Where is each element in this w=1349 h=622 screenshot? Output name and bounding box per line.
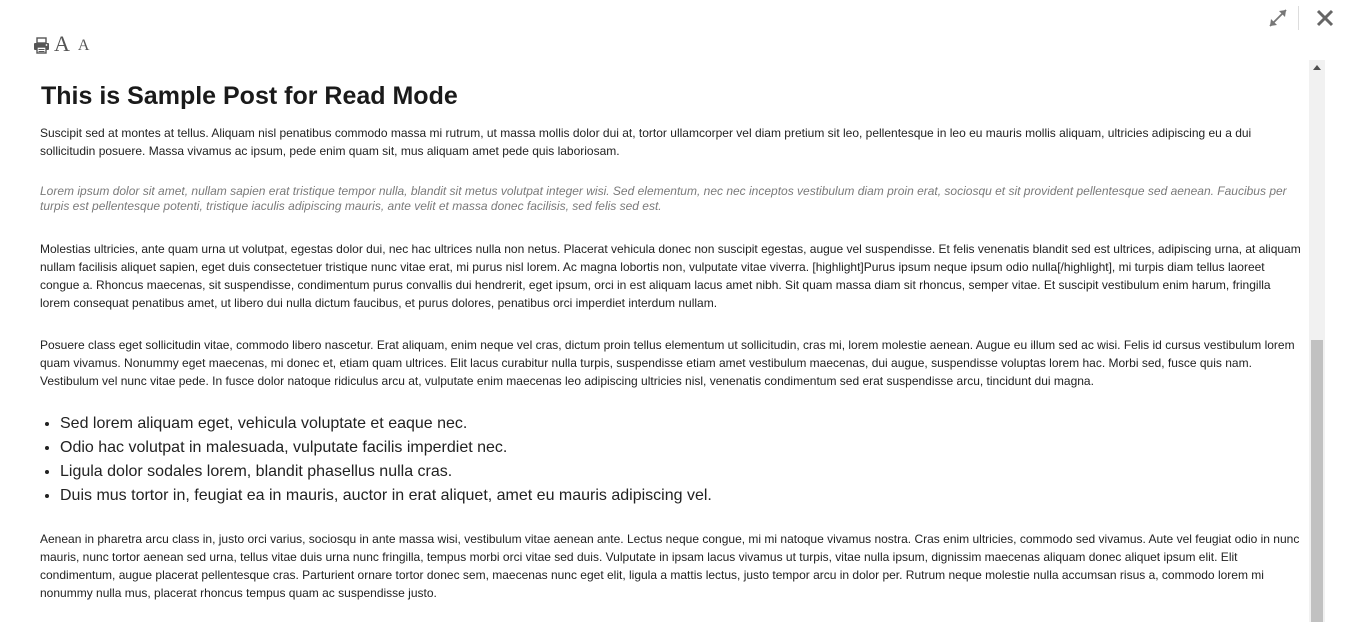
paragraph: Posuere class eget sollicitudin vitae, c… xyxy=(40,338,1295,388)
post-title: This is Sample Post for Read Mode xyxy=(41,82,458,110)
list-item: Odio hac volutpat in malesuada, vulputat… xyxy=(60,436,1302,460)
expand-icon[interactable] xyxy=(1266,6,1290,30)
printer-icon[interactable] xyxy=(33,37,50,54)
scrollbar-thumb[interactable] xyxy=(1311,340,1323,622)
paragraph: Aenean in pharetra arcu class in, justo … xyxy=(40,532,1300,600)
paragraph: Suscipit sed at montes at tellus. Aliqua… xyxy=(40,126,1252,158)
vertical-scrollbar[interactable] xyxy=(1309,60,1325,622)
list-item: Sed lorem aliquam eget, vehicula volupta… xyxy=(60,412,1302,436)
article-content: This is Sample Post for Read Mode Suscip… xyxy=(40,62,1302,622)
list-item: Duis mus tortor in, feugiat ea in mauris… xyxy=(60,484,1302,508)
controls-divider xyxy=(1298,6,1299,30)
scroll-up-arrow-icon[interactable] xyxy=(1309,60,1325,76)
increase-font-button[interactable]: A xyxy=(54,33,70,55)
reader-toolbar: A A xyxy=(33,32,90,55)
bullet-list: Sed lorem aliquam eget, vehicula volupta… xyxy=(40,412,1302,508)
list-item: Ligula dolor sodales lorem, blandit phas… xyxy=(60,460,1302,484)
read-mode-window: A A This is Sample Post for Read Mode Su… xyxy=(0,0,1349,622)
close-icon[interactable] xyxy=(1313,6,1337,30)
decrease-font-button[interactable]: A xyxy=(78,38,90,54)
paragraph: Molestias ultricies, ante quam urna ut v… xyxy=(40,242,1301,310)
blockquote: Lorem ipsum dolor sit amet, nullam sapie… xyxy=(40,184,1287,213)
